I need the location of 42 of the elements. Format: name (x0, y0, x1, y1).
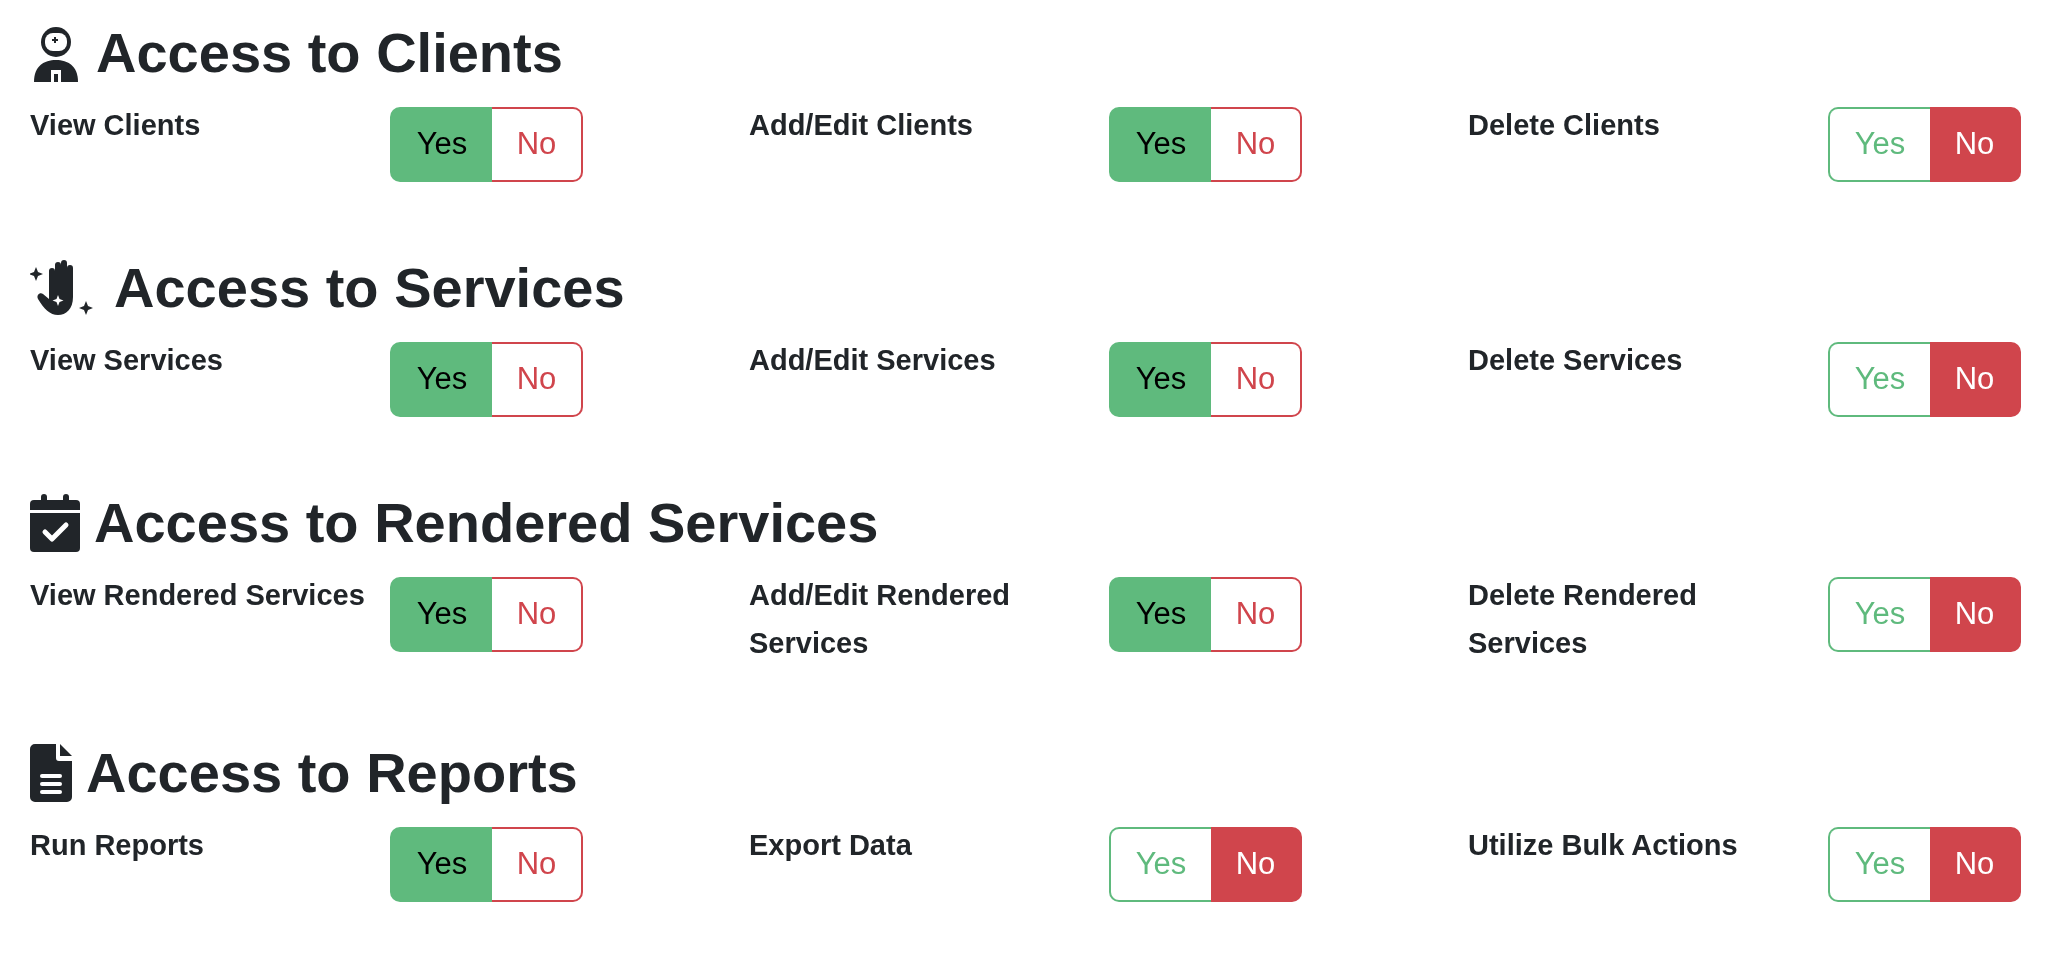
toggle-option[interactable]: Yes (1109, 577, 1211, 652)
permission-label: View Clients (30, 108, 202, 143)
toggle-option[interactable]: Yes (1109, 107, 1211, 182)
toggle-option[interactable]: No (1930, 107, 2021, 182)
toggle-option[interactable]: Yes (1828, 577, 1930, 652)
permission-label: View Services (30, 343, 224, 378)
toggle-option[interactable]: Yes (1828, 827, 1930, 902)
calendar-check-icon (30, 494, 80, 552)
toggle-option[interactable]: No (1930, 827, 2021, 902)
toggle-option[interactable]: Yes (390, 342, 492, 417)
permission-label: Add/Edit Services (749, 343, 997, 378)
document-icon (30, 744, 72, 802)
toggle-option[interactable]: No (492, 827, 583, 902)
permission-label: Utilize Bulk Actions (1468, 828, 1739, 863)
toggle-option[interactable]: No (1211, 827, 1302, 902)
permission-label: View Rendered Services (30, 578, 366, 613)
toggle-option[interactable]: Yes (390, 107, 492, 182)
toggle-option[interactable]: No (1211, 577, 1302, 652)
toggle-option[interactable]: No (492, 577, 583, 652)
toggle-option[interactable]: Yes (1828, 107, 1930, 182)
permission-label: Export Data (749, 828, 913, 863)
section-heading: Access to Reports (86, 740, 578, 806)
permission-label: Delete Services (1468, 343, 1684, 378)
toggle-option[interactable]: Yes (1109, 342, 1211, 417)
toggle-option[interactable]: Yes (1109, 827, 1211, 902)
permission-label: Run Reports (30, 828, 205, 863)
toggle-option[interactable]: Yes (390, 827, 492, 902)
section-heading: Access to Rendered Services (94, 490, 879, 556)
toggle-option[interactable]: No (492, 342, 583, 417)
permission-label: Add/Edit Rendered Services (749, 578, 1011, 661)
permission-label: Delete Clients (1468, 108, 1661, 143)
toggle-option[interactable]: No (1930, 342, 2021, 417)
toggle-option[interactable]: No (1211, 342, 1302, 417)
permission-label: Delete Rendered Services (1468, 578, 1698, 661)
toggle-option[interactable]: Yes (1828, 342, 1930, 417)
toggle-option[interactable]: No (1211, 107, 1302, 182)
toggle-option[interactable]: No (1930, 577, 2021, 652)
section-heading: Access to Services (114, 255, 625, 321)
section-heading: Access to Clients (96, 20, 563, 86)
toggle-option[interactable]: No (492, 107, 583, 182)
permission-label: Add/Edit Clients (749, 108, 974, 143)
toggle-option[interactable]: Yes (390, 577, 492, 652)
